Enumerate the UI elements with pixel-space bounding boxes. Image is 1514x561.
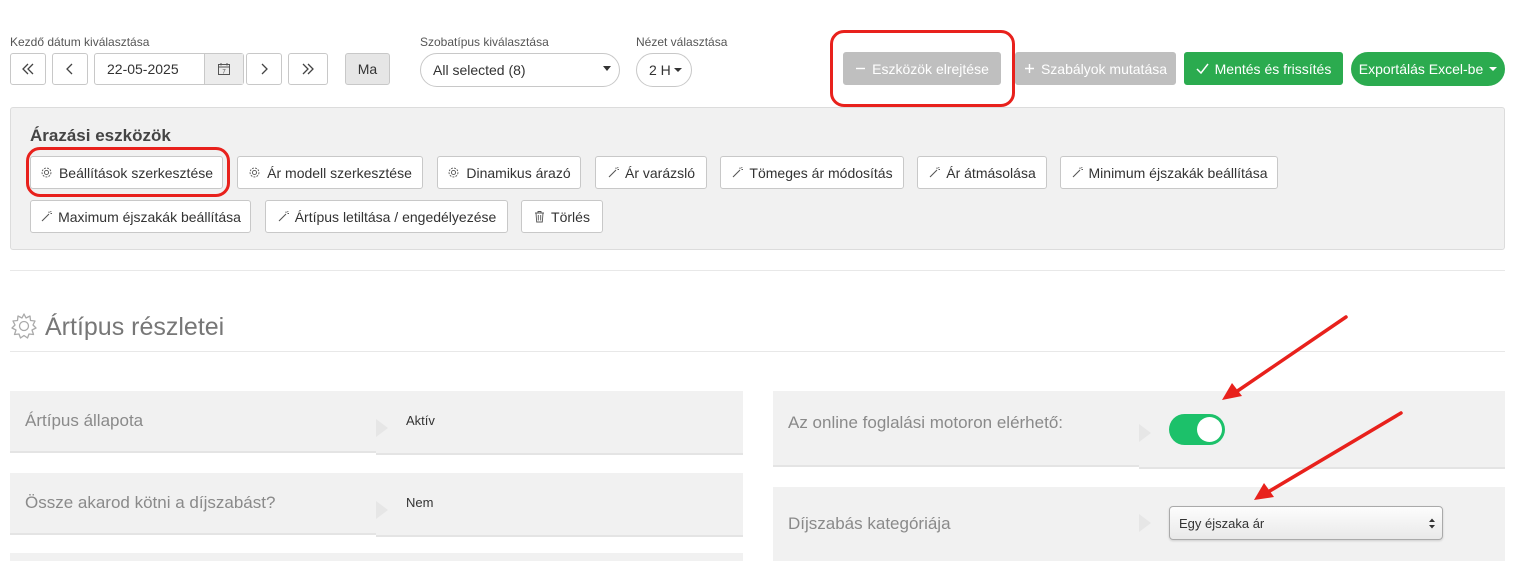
arrow-icon — [1254, 411, 1403, 500]
annotation-arrows — [1222, 315, 1403, 500]
arrow-icon — [1222, 315, 1348, 400]
